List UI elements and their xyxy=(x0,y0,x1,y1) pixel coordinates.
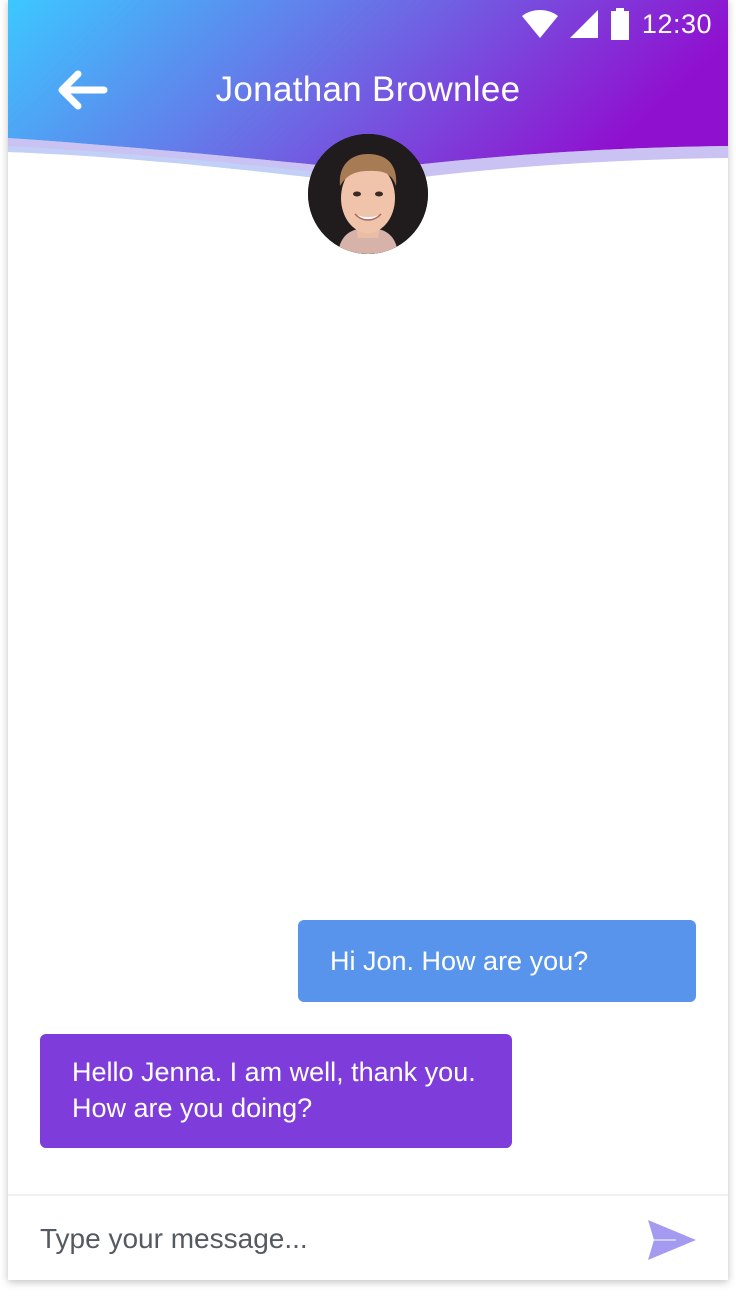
sent-message-bubble: Hi Jon. How are you? xyxy=(298,920,696,1002)
status-bar: 12:30 xyxy=(521,6,712,42)
message-input[interactable] xyxy=(40,1214,620,1264)
avatar-photo xyxy=(308,134,428,254)
message-composer xyxy=(8,1194,728,1280)
cellular-signal-icon xyxy=(569,10,598,38)
status-time: 12:30 xyxy=(641,8,712,39)
contact-name: Jonathan Brownlee xyxy=(215,70,521,109)
chat-screen: 12:30 Jonathan Brownlee Hi Jon. How are … xyxy=(8,0,728,1280)
wifi-icon xyxy=(521,10,558,38)
battery-icon xyxy=(610,8,629,40)
avatar[interactable] xyxy=(308,134,428,254)
send-button[interactable] xyxy=(644,1216,700,1264)
send-icon xyxy=(648,1220,696,1260)
received-message-bubble: Hello Jenna. I am well, thank you. How a… xyxy=(40,1034,512,1148)
